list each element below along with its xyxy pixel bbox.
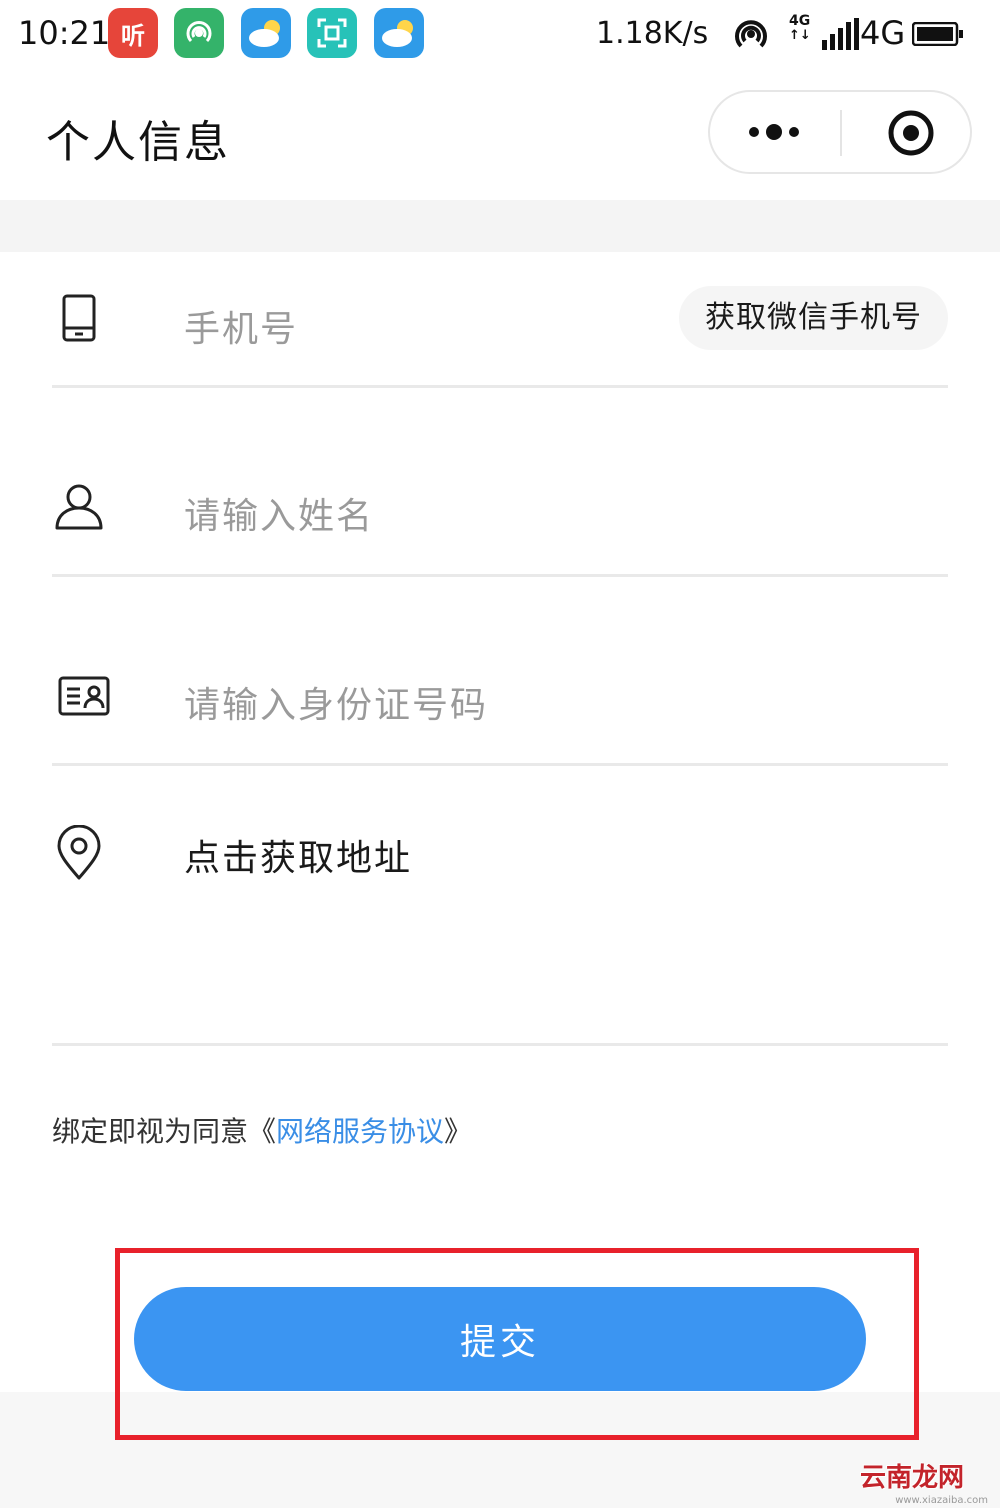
phone-input[interactable]: 手机号 bbox=[184, 300, 298, 352]
weather-app-icon bbox=[241, 8, 291, 58]
status-time: 10:21 bbox=[18, 14, 111, 52]
address-row[interactable]: 点击获取地址 bbox=[52, 763, 948, 1046]
target-close-icon bbox=[888, 110, 934, 156]
more-dots-icon bbox=[749, 124, 799, 140]
ting-app-icon: 听 bbox=[108, 8, 158, 58]
phone-icon bbox=[62, 294, 96, 342]
agreement-prefix: 绑定即视为同意《 bbox=[52, 1115, 277, 1148]
signal-icon bbox=[822, 18, 859, 50]
mini-program-capsule bbox=[708, 90, 972, 174]
phone-row: 手机号 获取微信手机号 bbox=[52, 252, 948, 388]
id-card-row: 请输入身份证号码 bbox=[52, 574, 948, 766]
service-agreement-link[interactable]: 网络服务协议 bbox=[276, 1115, 444, 1148]
id-card-icon bbox=[58, 676, 110, 716]
network-type-label: 4G bbox=[860, 14, 906, 52]
hotspot-app-icon bbox=[174, 8, 224, 58]
ting-app-icon-label: 听 bbox=[121, 21, 145, 50]
agreement-text: 绑定即视为同意《网络服务协议》 bbox=[52, 1110, 472, 1150]
person-icon bbox=[55, 484, 103, 530]
name-row: 请输入姓名 bbox=[52, 385, 948, 577]
page-title: 个人信息 bbox=[46, 117, 230, 168]
mini-network-label: 4G ↑↓ bbox=[789, 13, 811, 43]
more-menu-button[interactable] bbox=[710, 92, 840, 172]
nav-bar: 个人信息 bbox=[0, 68, 1000, 200]
agreement-suffix: 》 bbox=[444, 1115, 473, 1148]
get-address-label: 点击获取地址 bbox=[184, 838, 413, 879]
battery-icon bbox=[912, 22, 963, 46]
status-bar: 10:21 听 1.18K/s 4G ↑↓ 4G bbox=[0, 0, 1000, 68]
section-separator bbox=[0, 200, 1000, 252]
scan-app-icon bbox=[307, 8, 357, 58]
location-pin-icon bbox=[57, 825, 101, 880]
bottom-area bbox=[0, 1392, 1000, 1508]
hotspot-status-icon bbox=[735, 20, 767, 48]
weather-app-icon-2 bbox=[374, 8, 424, 58]
watermark-url: www.xiazaiba.com bbox=[895, 1495, 988, 1506]
name-input[interactable]: 请输入姓名 bbox=[184, 487, 374, 539]
net-speed: 1.18K/s bbox=[596, 16, 709, 51]
get-wechat-phone-button[interactable]: 获取微信手机号 bbox=[679, 286, 948, 350]
submit-button[interactable]: 提交 bbox=[134, 1287, 866, 1391]
id-card-input[interactable]: 请输入身份证号码 bbox=[184, 676, 488, 728]
watermark-logo: 云南龙网 bbox=[859, 1463, 964, 1493]
close-mini-program-button[interactable] bbox=[842, 92, 972, 172]
